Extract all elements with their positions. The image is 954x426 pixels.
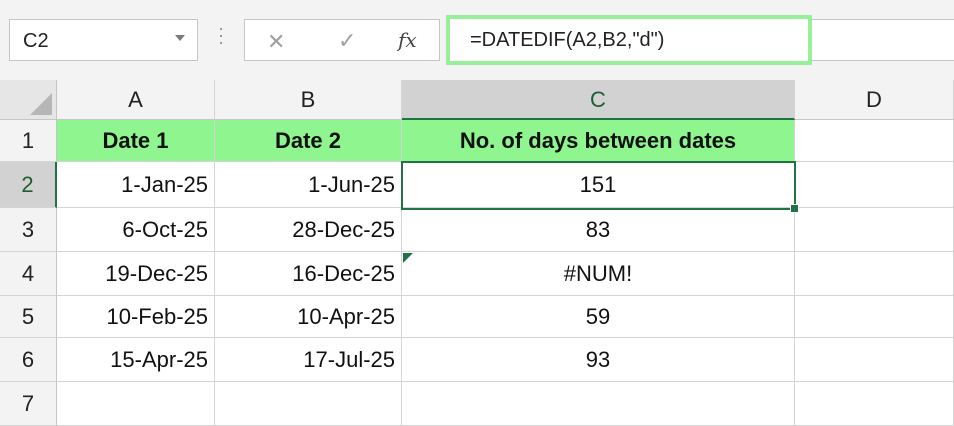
cell-c1[interactable]: No. of days between dates xyxy=(402,120,795,162)
cell-c5[interactable]: 59 xyxy=(402,296,795,338)
select-all-button[interactable] xyxy=(0,80,57,120)
row-header-6[interactable]: 6 xyxy=(0,338,57,382)
select-all-icon xyxy=(30,93,52,115)
error-indicator-icon[interactable] xyxy=(403,253,413,263)
formula-buttons: ✕ ✓ fx xyxy=(244,19,440,61)
name-box[interactable]: C2 xyxy=(9,19,198,61)
cell-d2[interactable] xyxy=(795,162,954,208)
cell-b4[interactable]: 16-Dec-25 xyxy=(215,252,402,296)
cell-b3[interactable]: 28-Dec-25 xyxy=(215,208,402,252)
cell-a5[interactable]: 10-Feb-25 xyxy=(57,296,215,338)
cell-a1[interactable]: Date 1 xyxy=(57,120,215,162)
cell-b6[interactable]: 17-Jul-25 xyxy=(215,338,402,382)
formula-input-extension[interactable] xyxy=(812,19,954,61)
cell-b7[interactable] xyxy=(215,382,402,426)
column-header-a[interactable]: A xyxy=(57,80,215,120)
insert-function-icon[interactable]: fx xyxy=(398,28,417,52)
grip-icon[interactable] xyxy=(219,28,223,52)
formula-text: =DATEDIF(A2,B2,"d") xyxy=(470,29,665,51)
cell-a3[interactable]: 6-Oct-25 xyxy=(57,208,215,252)
cell-d6[interactable] xyxy=(795,338,954,382)
formula-bar-area: C2 ✕ ✓ fx =DATEDIF(A2,B2,"d") xyxy=(0,0,954,80)
spreadsheet-grid: A B C D 1 2 3 4 5 6 7 Date 1 Date 2 No. … xyxy=(0,80,954,426)
row-header-1[interactable]: 1 xyxy=(0,120,57,162)
cell-a2[interactable]: 1-Jan-25 xyxy=(57,162,215,208)
row-header-3[interactable]: 3 xyxy=(0,208,57,252)
cell-c7[interactable] xyxy=(402,382,795,426)
cancel-icon[interactable]: ✕ xyxy=(267,29,285,55)
cell-a7[interactable] xyxy=(57,382,215,426)
cell-b5[interactable]: 10-Apr-25 xyxy=(215,296,402,338)
enter-icon[interactable]: ✓ xyxy=(338,28,356,54)
cell-d4[interactable] xyxy=(795,252,954,296)
cell-c6[interactable]: 93 xyxy=(402,338,795,382)
row-header-7[interactable]: 7 xyxy=(0,382,57,426)
formula-input[interactable]: =DATEDIF(A2,B2,"d") xyxy=(446,15,812,65)
chevron-down-icon[interactable] xyxy=(175,35,185,41)
cell-c4[interactable]: #NUM! xyxy=(402,252,795,296)
cell-d7[interactable] xyxy=(795,382,954,426)
fill-handle[interactable] xyxy=(790,204,799,213)
column-header-c[interactable]: C xyxy=(402,80,795,120)
row-header-4[interactable]: 4 xyxy=(0,252,57,296)
cell-d5[interactable] xyxy=(795,296,954,338)
cell-a6[interactable]: 15-Apr-25 xyxy=(57,338,215,382)
column-header-d[interactable]: D xyxy=(795,80,954,120)
column-header-b[interactable]: B xyxy=(215,80,402,120)
cell-d3[interactable] xyxy=(795,208,954,252)
row-header-2[interactable]: 2 xyxy=(0,162,57,208)
cell-c2[interactable]: 151 xyxy=(402,162,795,208)
cell-a4[interactable]: 19-Dec-25 xyxy=(57,252,215,296)
cell-b1[interactable]: Date 2 xyxy=(215,120,402,162)
cell-b2[interactable]: 1-Jun-25 xyxy=(215,162,402,208)
row-header-5[interactable]: 5 xyxy=(0,296,57,338)
cell-c3[interactable]: 83 xyxy=(402,208,795,252)
cell-d1[interactable] xyxy=(795,120,954,162)
name-box-value: C2 xyxy=(23,30,49,52)
